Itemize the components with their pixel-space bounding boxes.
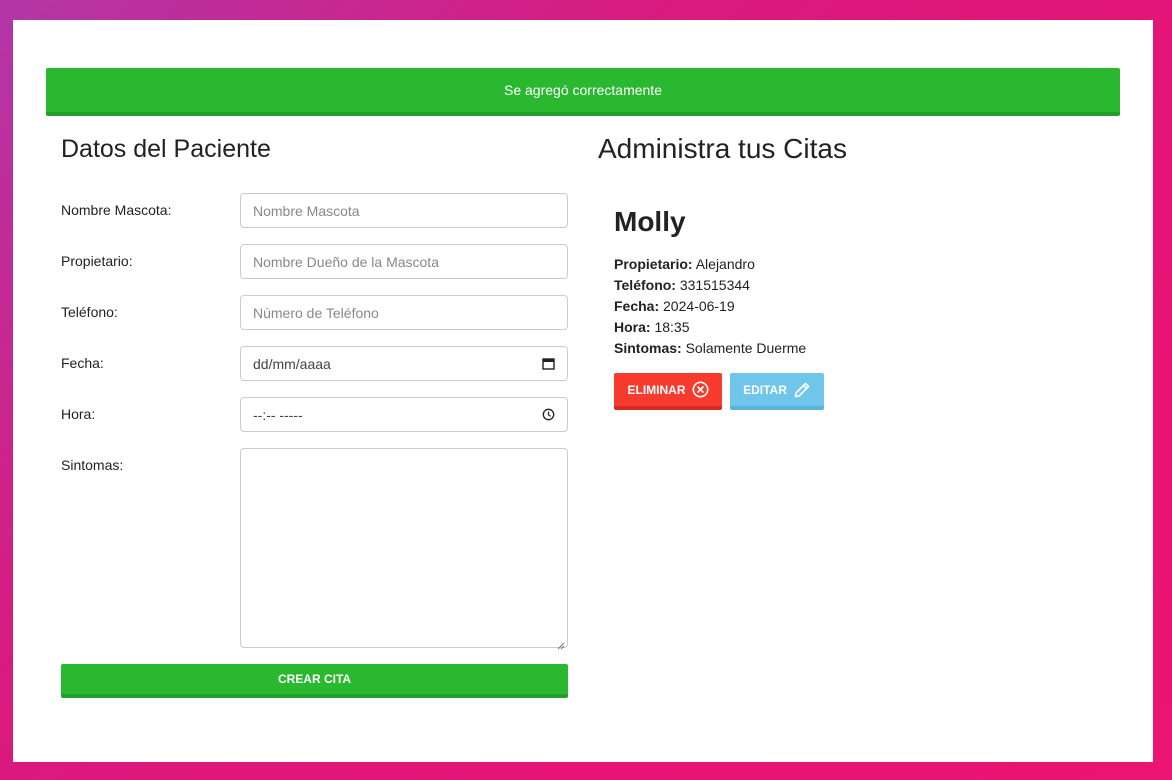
date-input[interactable]: dd/mm/aaaa <box>240 346 568 381</box>
owner-label: Propietario: <box>61 253 133 269</box>
main-container: Se agregó correctamente Datos del Pacien… <box>13 20 1153 762</box>
date-row: Fecha: dd/mm/aaaa <box>61 346 568 381</box>
close-circle-icon <box>692 381 709 398</box>
symptoms-textarea[interactable] <box>240 448 568 650</box>
time-value-text: 18:35 <box>654 319 690 335</box>
success-alert: Se agregó correctamente <box>46 68 1120 116</box>
owner-value: Alejandro <box>695 256 755 272</box>
clock-icon[interactable] <box>542 408 555 421</box>
phone-key: Teléfono: <box>614 277 676 293</box>
pet-name-placeholder: Nombre Mascota <box>253 202 360 219</box>
edit-label: EDITAR <box>743 382 787 397</box>
pet-name-input[interactable]: Nombre Mascota <box>240 193 568 228</box>
pet-name-label: Nombre Mascota: <box>61 202 172 218</box>
appointment-pet-name: Molly <box>614 206 686 237</box>
pet-name-row: Nombre Mascota: Nombre Mascota <box>61 193 568 228</box>
delete-button[interactable]: ELIMINAR <box>614 373 722 410</box>
alert-message: Se agregó correctamente <box>504 82 662 98</box>
time-label: Hora: <box>61 406 96 422</box>
phone-value: 331515344 <box>679 277 750 293</box>
appointment-owner: Propietario: Alejandro <box>614 254 806 275</box>
phone-label: Teléfono: <box>61 304 118 320</box>
time-value: --:-- ----- <box>253 406 303 423</box>
phone-placeholder: Número de Teléfono <box>253 304 379 321</box>
appointments-title: Administra tus Citas <box>598 133 847 164</box>
appointment-time: Hora: 18:35 <box>614 317 806 338</box>
appointment-phone: Teléfono: 331515344 <box>614 275 806 296</box>
date-key: Fecha: <box>614 298 660 314</box>
form-title: Datos del Paciente <box>61 135 271 163</box>
phone-input[interactable]: Número de Teléfono <box>240 295 568 330</box>
calendar-icon[interactable] <box>542 357 555 370</box>
owner-key: Propietario: <box>614 256 693 272</box>
owner-placeholder: Nombre Dueño de la Mascota <box>253 253 439 270</box>
appointment-symptoms: Sintomas: Solamente Duerme <box>614 338 806 359</box>
symptoms-row: Sintomas: <box>61 448 568 650</box>
phone-row: Teléfono: Número de Teléfono <box>61 295 568 330</box>
date-value-text: 2024-06-19 <box>663 298 735 314</box>
owner-input[interactable]: Nombre Dueño de la Mascota <box>240 244 568 279</box>
time-input[interactable]: --:-- ----- <box>240 397 568 432</box>
date-label: Fecha: <box>61 355 104 371</box>
appointment-date: Fecha: 2024-06-19 <box>614 296 806 317</box>
time-row: Hora: --:-- ----- <box>61 397 568 432</box>
resize-handle-icon[interactable] <box>557 637 565 650</box>
edit-button[interactable]: EDITAR <box>730 373 824 410</box>
symptoms-label: Sintomas: <box>61 457 124 473</box>
symptoms-value-text: Solamente Duerme <box>685 340 807 356</box>
pencil-icon <box>793 381 811 399</box>
create-appointment-label: CREAR CITA <box>277 672 352 686</box>
create-appointment-button[interactable]: CREAR CITA <box>61 664 568 698</box>
appointment-details: Propietario: Alejandro Teléfono: 3315153… <box>614 254 806 359</box>
symptoms-key: Sintomas: <box>614 340 682 356</box>
time-key: Hora: <box>614 319 651 335</box>
date-value: dd/mm/aaaa <box>253 355 331 372</box>
owner-row: Propietario: Nombre Dueño de la Mascota <box>61 244 568 279</box>
delete-label: ELIMINAR <box>627 382 686 397</box>
